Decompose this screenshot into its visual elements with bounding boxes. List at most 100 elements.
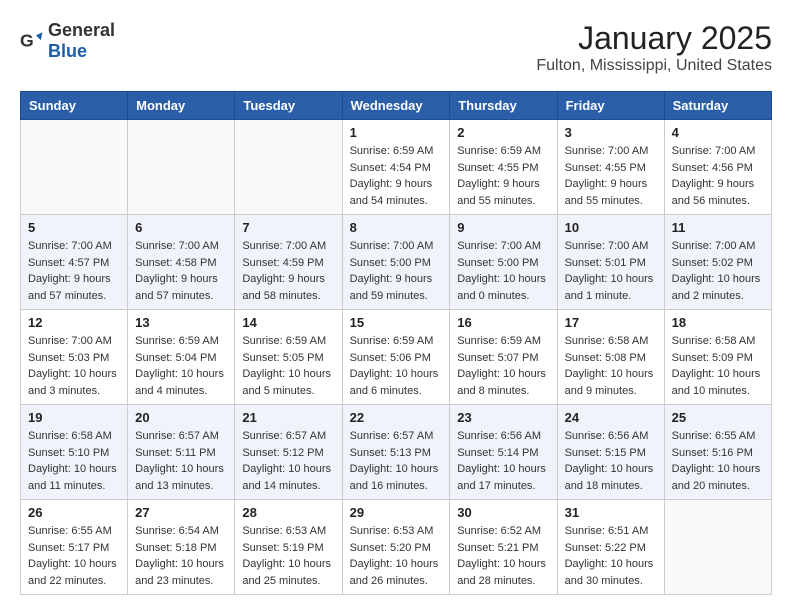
day-number: 25: [672, 410, 764, 425]
day-number: 31: [565, 505, 657, 520]
calendar-day-cell: 28 Sunrise: 6:53 AM Sunset: 5:19 PM Dayli…: [235, 500, 342, 595]
day-number: 6: [135, 220, 227, 235]
title-section: January 2025 Fulton, Mississippi, United…: [536, 20, 772, 75]
logo-general-text: General: [48, 20, 115, 40]
day-number: 23: [457, 410, 549, 425]
day-info: Sunrise: 7:00 AM Sunset: 4:58 PM Dayligh…: [135, 238, 227, 304]
day-number: 2: [457, 125, 549, 140]
weekday-header-monday: Monday: [128, 92, 235, 120]
day-info: Sunrise: 7:00 AM Sunset: 5:01 PM Dayligh…: [565, 238, 657, 304]
day-number: 14: [242, 315, 334, 330]
day-number: 13: [135, 315, 227, 330]
day-info: Sunrise: 6:59 AM Sunset: 4:54 PM Dayligh…: [350, 143, 443, 209]
day-number: 20: [135, 410, 227, 425]
day-info: Sunrise: 6:59 AM Sunset: 5:05 PM Dayligh…: [242, 333, 334, 399]
day-number: 16: [457, 315, 549, 330]
day-number: 26: [28, 505, 120, 520]
location-title: Fulton, Mississippi, United States: [536, 57, 772, 75]
calendar-week-row: 26 Sunrise: 6:55 AM Sunset: 5:17 PM Dayli…: [21, 500, 772, 595]
day-number: 12: [28, 315, 120, 330]
day-number: 21: [242, 410, 334, 425]
calendar-day-cell: 4Sunrise: 7:00 AM Sunset: 4:56 PM Daylig…: [664, 120, 771, 215]
weekday-header-friday: Friday: [557, 92, 664, 120]
calendar-day-cell: 8Sunrise: 7:00 AM Sunset: 5:00 PM Daylig…: [342, 215, 450, 310]
calendar-day-cell: 29 Sunrise: 6:53 AM Sunset: 5:20 PM Dayli…: [342, 500, 450, 595]
day-number: 29: [350, 505, 443, 520]
calendar-day-cell: 22 Sunrise: 6:57 AM Sunset: 5:13 PM Dayli…: [342, 405, 450, 500]
calendar-week-row: 1 Sunrise: 6:59 AM Sunset: 4:54 PM Daylig…: [21, 120, 772, 215]
day-info: Sunrise: 6:55 AM Sunset: 5:16 PM Dayligh…: [672, 428, 764, 494]
calendar-day-cell: 11 Sunrise: 7:00 AM Sunset: 5:02 PM Dayli…: [664, 215, 771, 310]
calendar-week-row: 19Sunrise: 6:58 AM Sunset: 5:10 PM Dayli…: [21, 405, 772, 500]
calendar-day-cell: 12 Sunrise: 7:00 AM Sunset: 5:03 PM Dayli…: [21, 310, 128, 405]
day-info: Sunrise: 7:00 AM Sunset: 4:55 PM Dayligh…: [565, 143, 657, 209]
calendar-day-cell: 15 Sunrise: 6:59 AM Sunset: 5:06 PM Dayli…: [342, 310, 450, 405]
weekday-header-saturday: Saturday: [664, 92, 771, 120]
day-number: 28: [242, 505, 334, 520]
calendar-day-cell: 23 Sunrise: 6:56 AM Sunset: 5:14 PM Dayli…: [450, 405, 557, 500]
calendar-day-cell: 27Sunrise: 6:54 AM Sunset: 5:18 PM Dayli…: [128, 500, 235, 595]
calendar-week-row: 5 Sunrise: 7:00 AM Sunset: 4:57 PM Daylig…: [21, 215, 772, 310]
calendar-day-cell: 18 Sunrise: 6:58 AM Sunset: 5:09 PM Dayli…: [664, 310, 771, 405]
weekday-header-tuesday: Tuesday: [235, 92, 342, 120]
weekday-header-wednesday: Wednesday: [342, 92, 450, 120]
calendar-day-cell: 5 Sunrise: 7:00 AM Sunset: 4:57 PM Daylig…: [21, 215, 128, 310]
day-info: Sunrise: 6:58 AM Sunset: 5:08 PM Dayligh…: [565, 333, 657, 399]
calendar-day-cell: 17 Sunrise: 6:58 AM Sunset: 5:08 PM Dayli…: [557, 310, 664, 405]
day-info: Sunrise: 6:53 AM Sunset: 5:20 PM Dayligh…: [350, 523, 443, 589]
day-info: Sunrise: 7:00 AM Sunset: 5:00 PM Dayligh…: [457, 238, 549, 304]
calendar-week-row: 12 Sunrise: 7:00 AM Sunset: 5:03 PM Dayli…: [21, 310, 772, 405]
day-info: Sunrise: 6:59 AM Sunset: 5:06 PM Dayligh…: [350, 333, 443, 399]
logo-icon: G: [20, 29, 44, 53]
day-info: Sunrise: 6:53 AM Sunset: 5:19 PM Dayligh…: [242, 523, 334, 589]
day-number: 18: [672, 315, 764, 330]
day-info: Sunrise: 6:57 AM Sunset: 5:13 PM Dayligh…: [350, 428, 443, 494]
day-info: Sunrise: 7:00 AM Sunset: 5:03 PM Dayligh…: [28, 333, 120, 399]
day-info: Sunrise: 6:58 AM Sunset: 5:09 PM Dayligh…: [672, 333, 764, 399]
day-number: 22: [350, 410, 443, 425]
day-number: 19: [28, 410, 120, 425]
weekday-header-row: SundayMondayTuesdayWednesdayThursdayFrid…: [21, 92, 772, 120]
weekday-header-thursday: Thursday: [450, 92, 557, 120]
day-info: Sunrise: 6:51 AM Sunset: 5:22 PM Dayligh…: [565, 523, 657, 589]
day-info: Sunrise: 7:00 AM Sunset: 4:57 PM Dayligh…: [28, 238, 120, 304]
calendar-day-cell: 3 Sunrise: 7:00 AM Sunset: 4:55 PM Daylig…: [557, 120, 664, 215]
calendar-day-cell: [128, 120, 235, 215]
calendar-day-cell: 1 Sunrise: 6:59 AM Sunset: 4:54 PM Daylig…: [342, 120, 450, 215]
day-number: 10: [565, 220, 657, 235]
day-info: Sunrise: 6:56 AM Sunset: 5:14 PM Dayligh…: [457, 428, 549, 494]
calendar-day-cell: 31 Sunrise: 6:51 AM Sunset: 5:22 PM Dayli…: [557, 500, 664, 595]
svg-text:G: G: [20, 31, 34, 51]
calendar-day-cell: 13 Sunrise: 6:59 AM Sunset: 5:04 PM Dayli…: [128, 310, 235, 405]
day-number: 1: [350, 125, 443, 140]
day-number: 17: [565, 315, 657, 330]
day-number: 3: [565, 125, 657, 140]
day-info: Sunrise: 6:57 AM Sunset: 5:11 PM Dayligh…: [135, 428, 227, 494]
day-info: Sunrise: 6:54 AM Sunset: 5:18 PM Dayligh…: [135, 523, 227, 589]
day-number: 7: [242, 220, 334, 235]
day-number: 15: [350, 315, 443, 330]
calendar-day-cell: 14 Sunrise: 6:59 AM Sunset: 5:05 PM Dayli…: [235, 310, 342, 405]
calendar-day-cell: 9 Sunrise: 7:00 AM Sunset: 5:00 PM Daylig…: [450, 215, 557, 310]
day-info: Sunrise: 6:55 AM Sunset: 5:17 PM Dayligh…: [28, 523, 120, 589]
calendar-day-cell: 6 Sunrise: 7:00 AM Sunset: 4:58 PM Daylig…: [128, 215, 235, 310]
day-info: Sunrise: 7:00 AM Sunset: 5:00 PM Dayligh…: [350, 238, 443, 304]
calendar-day-cell: 2 Sunrise: 6:59 AM Sunset: 4:55 PM Daylig…: [450, 120, 557, 215]
calendar-day-cell: [21, 120, 128, 215]
calendar-day-cell: 20 Sunrise: 6:57 AM Sunset: 5:11 PM Dayli…: [128, 405, 235, 500]
day-info: Sunrise: 6:56 AM Sunset: 5:15 PM Dayligh…: [565, 428, 657, 494]
calendar-day-cell: 24Sunrise: 6:56 AM Sunset: 5:15 PM Dayli…: [557, 405, 664, 500]
day-info: Sunrise: 6:59 AM Sunset: 5:04 PM Dayligh…: [135, 333, 227, 399]
day-info: Sunrise: 7:00 AM Sunset: 5:02 PM Dayligh…: [672, 238, 764, 304]
month-title: January 2025: [536, 20, 772, 57]
day-number: 11: [672, 220, 764, 235]
day-number: 9: [457, 220, 549, 235]
weekday-header-sunday: Sunday: [21, 92, 128, 120]
calendar-day-cell: 10 Sunrise: 7:00 AM Sunset: 5:01 PM Dayli…: [557, 215, 664, 310]
calendar-day-cell: 21 Sunrise: 6:57 AM Sunset: 5:12 PM Dayli…: [235, 405, 342, 500]
day-info: Sunrise: 6:57 AM Sunset: 5:12 PM Dayligh…: [242, 428, 334, 494]
day-number: 5: [28, 220, 120, 235]
day-info: Sunrise: 6:59 AM Sunset: 4:55 PM Dayligh…: [457, 143, 549, 209]
calendar-table: SundayMondayTuesdayWednesdayThursdayFrid…: [20, 91, 772, 595]
calendar-day-cell: [235, 120, 342, 215]
